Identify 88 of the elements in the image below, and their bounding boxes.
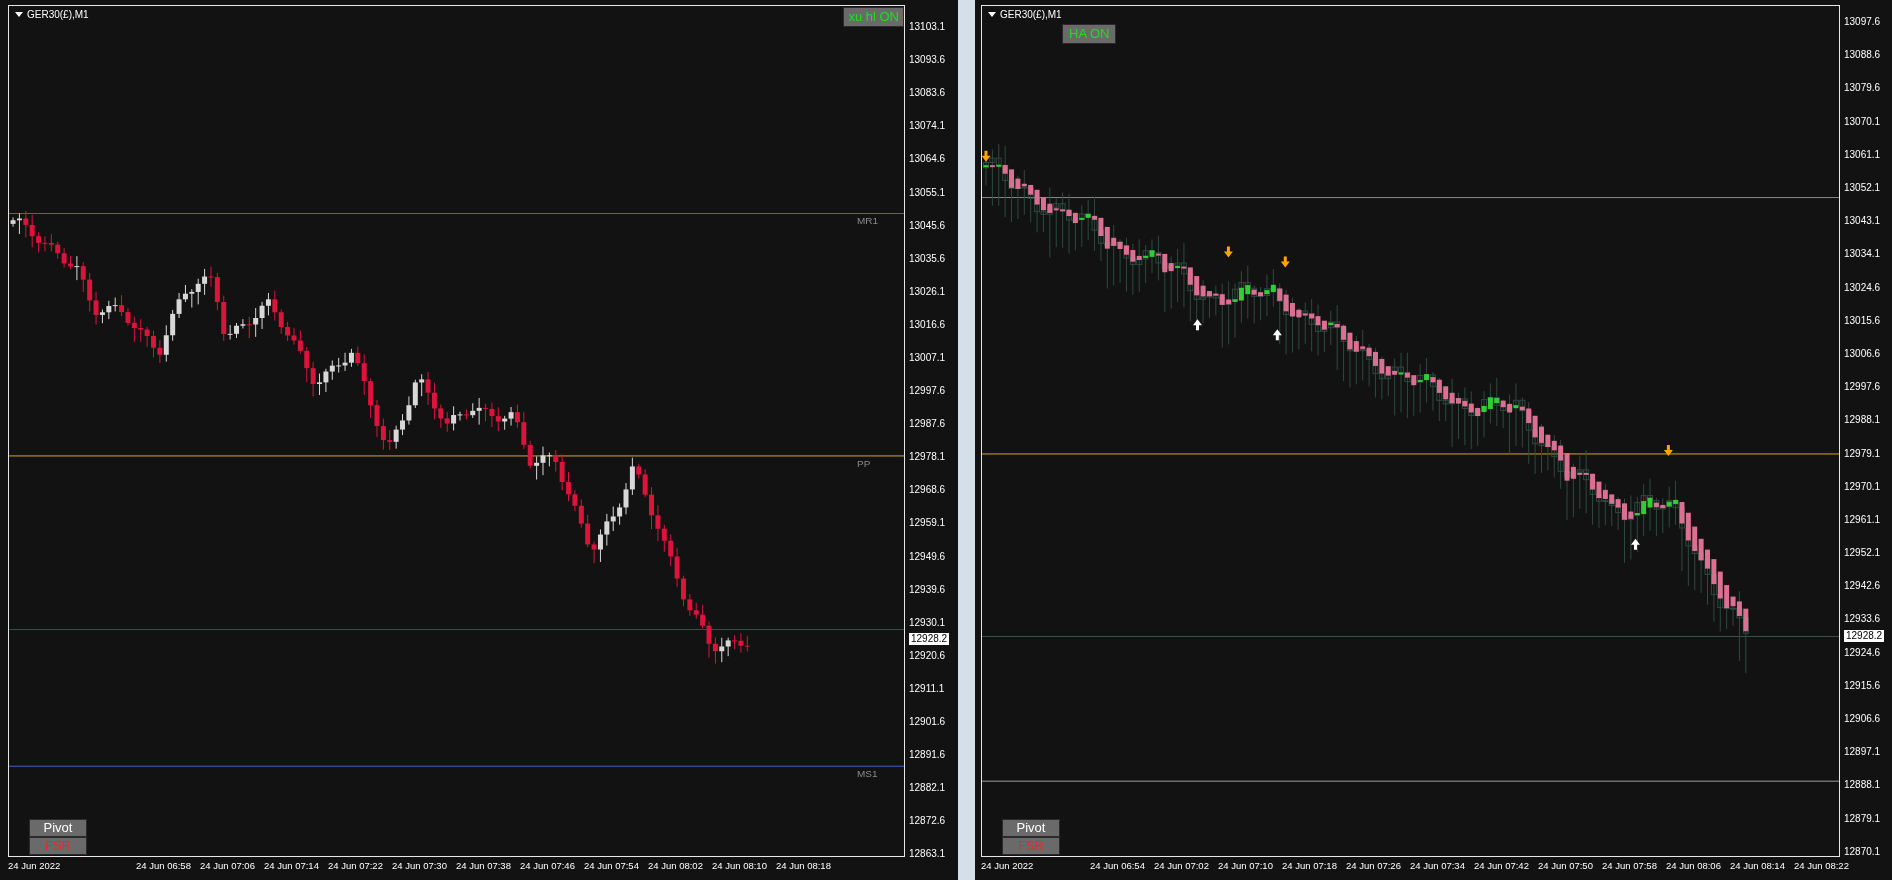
price-tick-label: 12939.6 bbox=[909, 583, 946, 595]
price-tick-label: 13016.6 bbox=[909, 318, 946, 330]
price-tick-label: 12979.1 bbox=[1844, 447, 1881, 459]
price-tick-label: 13093.6 bbox=[909, 54, 946, 66]
time-axis-label: 24 Jun 08:22 bbox=[1794, 860, 1850, 873]
toggle-button[interactable]: xu hl ON bbox=[843, 7, 904, 27]
price-tick-label: 13007.1 bbox=[909, 352, 946, 363]
indicator-button[interactable]: Pivot bbox=[29, 819, 87, 837]
price-tick-label: 12888.1 bbox=[1844, 779, 1881, 791]
time-axis-label: 24 Jun 07:14 bbox=[264, 860, 320, 873]
price-tick-label: 13043.1 bbox=[1844, 215, 1881, 227]
time-axis-label: 24 Jun 07:34 bbox=[1410, 860, 1466, 873]
time-axis-label: 24 Jun 07:18 bbox=[1282, 860, 1338, 873]
time-axis-label: 24 Jun 08:10 bbox=[712, 860, 768, 873]
price-tick-label: 12987.6 bbox=[909, 418, 946, 430]
time-axis-label: 24 Jun 07:54 bbox=[584, 860, 640, 873]
price-tick-label: 12897.1 bbox=[1844, 746, 1881, 758]
price-tick-label: 13083.6 bbox=[909, 87, 946, 99]
price-tick-label: 12891.6 bbox=[909, 749, 946, 761]
price-tick-label: 13055.1 bbox=[909, 186, 946, 198]
price-tick-label: 13035.6 bbox=[909, 252, 946, 264]
price-tick-label: 12942.6 bbox=[1844, 580, 1881, 592]
price-tick-label: 12997.6 bbox=[1844, 381, 1881, 393]
price-tick-label: 12882.1 bbox=[909, 782, 946, 794]
time-axis-label: 24 Jun 07:58 bbox=[1602, 860, 1658, 873]
price-tick-label: 12911.1 bbox=[909, 682, 945, 694]
price-tick-label: 13103.1 bbox=[909, 21, 946, 33]
price-tick-label: 12901.6 bbox=[909, 716, 946, 727]
price-tick-label: 12961.1 bbox=[1844, 513, 1881, 525]
price-tick-label: 12988.1 bbox=[1844, 414, 1881, 426]
time-axis-label: 24 Jun 2022 bbox=[8, 860, 62, 873]
price-tick-label: 12863.1 bbox=[909, 848, 946, 860]
time-axis-label: 24 Jun 07:38 bbox=[456, 860, 512, 873]
price-tick-label: 13097.6 bbox=[1844, 16, 1881, 28]
price-tick-label: 12978.1 bbox=[909, 451, 946, 463]
price-tick-label: 13034.1 bbox=[1844, 248, 1881, 260]
price-tick-label: 13074.1 bbox=[909, 120, 946, 132]
time-axis-label: 24 Jun 2022 bbox=[981, 860, 1035, 873]
time-axis-label: 24 Jun 07:50 bbox=[1538, 860, 1594, 873]
price-tick-label: 12949.6 bbox=[909, 550, 946, 562]
time-axis-label: 24 Jun 07:26 bbox=[1346, 860, 1402, 873]
price-tick-label: 13015.6 bbox=[1844, 314, 1881, 326]
current-price-label: 12928.2 bbox=[1844, 629, 1885, 642]
price-tick-label: 13061.1 bbox=[1844, 148, 1881, 160]
price-tick-label: 12906.6 bbox=[1844, 713, 1881, 725]
time-axis-label: 24 Jun 07:46 bbox=[520, 860, 576, 873]
chart-symbol-label: GER30(£),M1 bbox=[1000, 9, 1062, 20]
time-axis-label: 24 Jun 08:18 bbox=[776, 860, 832, 873]
price-tick-label: 12952.1 bbox=[1844, 547, 1881, 559]
time-axis-label: 24 Jun 08:14 bbox=[1730, 860, 1786, 873]
chart-symbol-label: GER30(£),M1 bbox=[27, 9, 89, 20]
price-tick-label: 13006.6 bbox=[1844, 347, 1881, 359]
price-tick-label: 13079.6 bbox=[1844, 82, 1881, 94]
price-tick-label: 12915.6 bbox=[1844, 679, 1881, 691]
toggle-button[interactable]: HA ON bbox=[1062, 24, 1117, 44]
price-tick-label: 13064.6 bbox=[909, 153, 946, 165]
price-tick-label: 12920.6 bbox=[909, 649, 946, 661]
price-tick-label: 13088.6 bbox=[1844, 49, 1881, 61]
price-tick-label: 12930.1 bbox=[909, 616, 946, 628]
level-label: PP bbox=[857, 457, 871, 469]
price-tick-label: 13070.1 bbox=[1844, 115, 1881, 127]
price-tick-label: 12870.1 bbox=[1844, 845, 1881, 857]
level-label: MR1 bbox=[857, 215, 879, 227]
time-axis-label: 24 Jun 07:30 bbox=[392, 860, 448, 873]
price-tick-label: 12872.6 bbox=[909, 815, 946, 827]
time-axis-label: 24 Jun 06:58 bbox=[136, 860, 192, 873]
time-axis-label: 24 Jun 07:10 bbox=[1218, 860, 1274, 873]
price-tick-label: 13045.6 bbox=[909, 219, 946, 231]
time-axis-label: 24 Jun 08:02 bbox=[648, 860, 704, 873]
price-tick-label: 13024.6 bbox=[1844, 281, 1881, 293]
price-tick-label: 12997.6 bbox=[909, 385, 946, 397]
price-tick-label: 12970.1 bbox=[1844, 480, 1881, 492]
level-label: MS1 bbox=[857, 768, 878, 780]
current-price-label: 12928.2 bbox=[909, 632, 950, 645]
price-tick-label: 13052.1 bbox=[1844, 182, 1881, 194]
indicator-button[interactable]: Pivot bbox=[1002, 819, 1060, 837]
time-axis-label: 24 Jun 07:42 bbox=[1474, 860, 1530, 873]
time-axis-label: 24 Jun 06:54 bbox=[1090, 860, 1146, 873]
price-tick-label: 12924.6 bbox=[1844, 646, 1881, 658]
time-axis-label: 24 Jun 07:22 bbox=[328, 860, 384, 873]
price-tick-label: 12933.6 bbox=[1844, 613, 1881, 625]
time-axis-label: 24 Jun 07:02 bbox=[1154, 860, 1210, 873]
price-tick-label: 13026.1 bbox=[909, 285, 946, 297]
price-tick-label: 12968.6 bbox=[909, 484, 946, 496]
time-axis-label: 24 Jun 08:06 bbox=[1666, 860, 1722, 873]
time-axis-label: 24 Jun 07:06 bbox=[200, 860, 256, 873]
price-tick-label: 12959.1 bbox=[909, 517, 946, 529]
price-tick-label: 12879.1 bbox=[1844, 812, 1881, 824]
